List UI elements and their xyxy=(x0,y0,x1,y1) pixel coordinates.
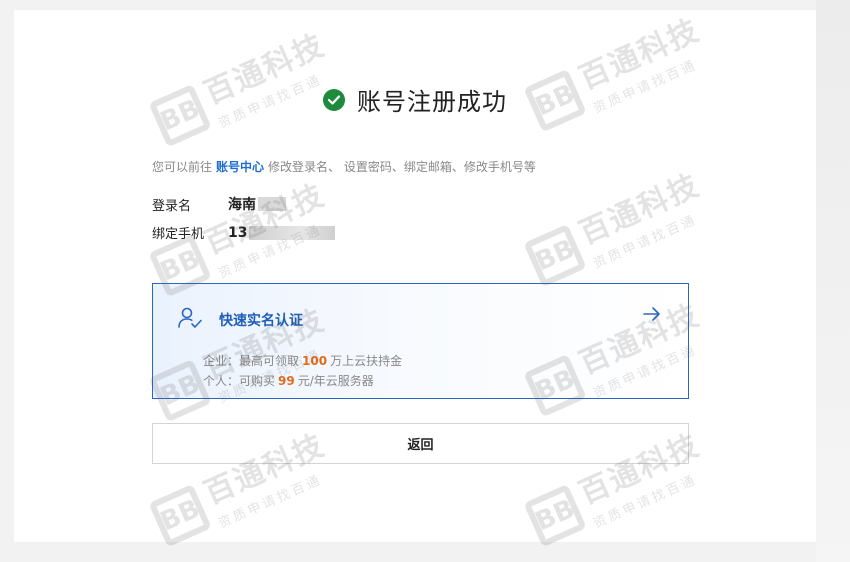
redaction-mask xyxy=(249,225,336,240)
back-button[interactable]: 返回 xyxy=(152,423,689,464)
personal-amount: 99 xyxy=(278,374,295,388)
check-circle-icon xyxy=(323,88,345,111)
login-name-label: 登录名 xyxy=(152,198,192,214)
personal-suffix: 元/年云服务器 xyxy=(297,374,374,388)
enterprise-amount: 100 xyxy=(302,354,328,368)
redaction-mask xyxy=(258,197,286,211)
account-center-hint: 您可以前往 账号中心 修改登录名、 设置密码、绑定邮箱、修改手机号等 xyxy=(152,158,536,175)
enterprise-prefix: 企业：最高可领取 xyxy=(203,354,300,368)
phone-label: 绑定手机 xyxy=(152,227,205,242)
page-edge-decoration xyxy=(816,0,850,562)
personal-benefit: 个人：可购买 99 元/年云服务器 xyxy=(203,372,374,389)
enterprise-suffix: 万上云扶持金 xyxy=(330,354,403,368)
phone-row: 绑定手机 13 xyxy=(152,223,336,242)
hint-suffix: 修改登录名、 设置密码、绑定邮箱、修改手机号等 xyxy=(268,160,536,174)
login-name-row: 登录名 海南 xyxy=(152,194,286,214)
page-title: 账号注册成功 xyxy=(357,88,507,116)
account-center-link[interactable]: 账号中心 xyxy=(216,160,264,174)
verification-title: 快速实名认证 xyxy=(219,313,303,329)
user-check-icon xyxy=(177,306,203,334)
registration-success-card: 账号注册成功 您可以前往 账号中心 修改登录名、 设置密码、绑定邮箱、修改手机号等 … xyxy=(14,10,816,542)
arrow-right-icon[interactable] xyxy=(642,306,662,326)
personal-prefix: 个人：可购买 xyxy=(203,374,276,388)
hint-prefix: 您可以前往 xyxy=(152,160,213,174)
enterprise-benefit: 企业：最高可领取 100 万上云扶持金 xyxy=(203,352,402,369)
quick-verification-card[interactable]: 快速实名认证 企业：最高可领取 100 万上云扶持金 个人：可购买 99 元/年云服务器 xyxy=(152,283,689,399)
success-title-row: 账号注册成功 xyxy=(14,82,816,117)
login-name-value: 海南 xyxy=(228,197,256,213)
phone-value: 13 xyxy=(228,224,248,241)
